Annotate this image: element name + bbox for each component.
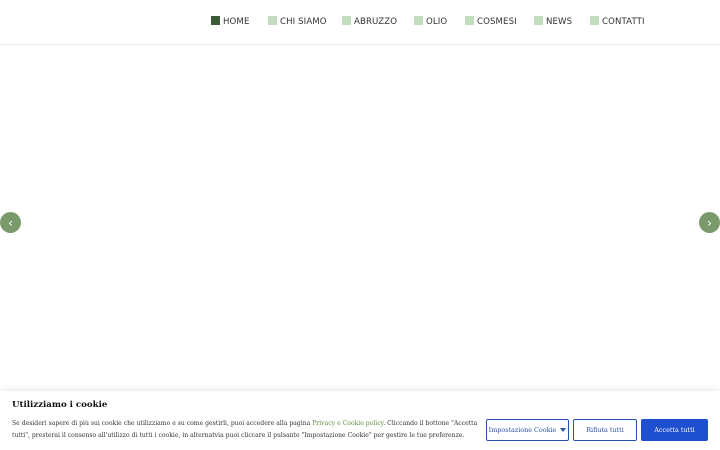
nav-item-label: COSMESI [477,17,517,27]
nav-item-label: OLIO [426,17,448,27]
cookie-settings-label: Impostazione Cookie [488,426,557,434]
nav-item-label: CONTATTI [602,17,645,27]
reject-all-button[interactable]: Rifiuta tutti [573,419,637,441]
nav-item-label: NEWS [546,17,573,27]
nav-item-label: ABRUZZO [354,17,398,27]
cookie-banner: Utilizziamo i cookie Se desideri sapere … [0,391,720,450]
nav-item-abruzzo[interactable]: ABRUZZO [342,15,397,29]
slider-prev-button[interactable]: ‹ [0,212,21,233]
reject-all-label: Rifiuta tutti [586,426,624,434]
cookie-settings-button[interactable]: Impostazione Cookie [486,419,569,441]
square-icon [465,16,474,25]
main-nav: HOME CHI SIAMO ABRUZZO OLIO COSMESI NEWS [0,15,720,29]
nav-item-news[interactable]: NEWS [534,15,572,29]
nav-item-olio[interactable]: OLIO [414,15,447,29]
chevron-left-icon: ‹ [8,215,13,230]
cookie-title: Utilizziamo i cookie [12,400,108,410]
caret-down-icon [560,428,567,432]
nav-item-label: HOME [223,17,250,27]
square-icon [211,16,220,25]
nav-item-cosmesi[interactable]: COSMESI [465,15,517,29]
square-icon [534,16,543,25]
square-icon [342,16,351,25]
cookie-text-part: Se desideri sapere di più sui cookie che… [12,420,313,427]
nav-item-chi-siamo[interactable]: CHI SIAMO [268,15,327,29]
accept-all-label: Accetta tutti [654,426,695,434]
square-icon [590,16,599,25]
site-header: HOME CHI SIAMO ABRUZZO OLIO COSMESI NEWS [0,0,720,45]
nav-item-contatti[interactable]: CONTATTI [590,15,645,29]
hero-slider: ‹ › [0,46,720,390]
slider-next-button[interactable]: › [699,212,720,233]
square-icon [414,16,423,25]
nav-item-home[interactable]: HOME [211,15,249,29]
square-icon [268,16,277,25]
privacy-policy-link[interactable]: Privacy e Cookie policy [312,420,383,427]
cookie-text: Se desideri sapere di più sui cookie che… [12,418,482,442]
nav-item-label: CHI SIAMO [280,17,327,27]
accept-all-button[interactable]: Accetta tutti [641,419,708,441]
chevron-right-icon: › [707,215,712,230]
page: HOME CHI SIAMO ABRUZZO OLIO COSMESI NEWS [0,0,720,450]
